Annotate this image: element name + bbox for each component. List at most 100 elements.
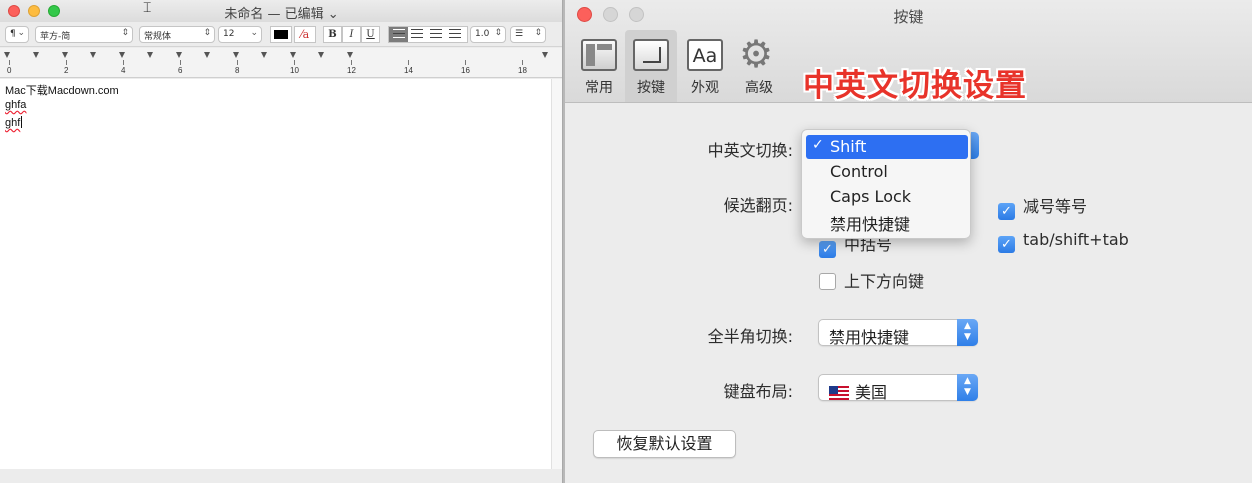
checkbox-arrow-keys[interactable]: 上下方向键 [819, 268, 924, 292]
stepper-icon: ⇕ [494, 28, 502, 38]
preferences-window: 按键 常用 按键 Aa 外观 ⚙ 高级 中英文切换设置 中英文切换: 候选翻页:… [565, 0, 1252, 483]
fullwidth-label: 全半角切换: [707, 327, 793, 346]
tab-keys[interactable]: 按键 [625, 30, 677, 102]
window-title: 按键 [893, 8, 924, 26]
tab-stop[interactable] [233, 52, 239, 58]
checkmark-icon: ✓ [998, 203, 1015, 220]
tab-stop[interactable] [176, 52, 182, 58]
ruler-tick [237, 60, 238, 65]
switch-dropdown-menu: ✓ Shift Control Caps Lock 禁用快捷键 [801, 129, 971, 239]
tab-label: 按键 [637, 80, 665, 96]
tab-stop[interactable] [290, 52, 296, 58]
checkmark-icon: ✓ [998, 236, 1015, 253]
right-margin-marker[interactable] [542, 52, 548, 58]
ruler-tick [123, 60, 124, 65]
ruler-tick [408, 60, 409, 65]
keyboard-layout-popup[interactable]: 美国 ▲ ▼ [818, 374, 978, 402]
ruler-label: 12 [347, 66, 356, 75]
textedit-titlebar[interactable]: 未命名 — 已编辑 ⌄ ⌶ [0, 0, 562, 22]
document-line: ghfa [5, 99, 27, 111]
stepper-icon: ▲ ▼ [957, 374, 978, 401]
italic-button[interactable]: I [342, 26, 361, 43]
format-toolbar: ¶ ⌄ 苹方-简 ⇕ 常规体 ⇕ 12 ⌄ ⁄a B I U 1.0 ⇕ ☰ ⇕ [0, 23, 562, 47]
ruler-label: 18 [518, 66, 527, 75]
tab-general[interactable]: 常用 [573, 30, 625, 102]
ruler-tick [180, 60, 181, 65]
menu-item-caps-lock[interactable]: Caps Lock [802, 185, 970, 209]
align-center-button[interactable] [411, 29, 423, 38]
line-spacing-popup[interactable]: 1.0 ⇕ [470, 26, 506, 43]
text-caret [21, 116, 23, 128]
font-style-popup[interactable]: 常规体 ⇕ [139, 26, 215, 43]
no-highlight-icon: ⁄a [300, 28, 310, 41]
tab-stop[interactable] [204, 52, 210, 58]
vertical-scrollbar[interactable] [551, 79, 562, 469]
ruler-label: 16 [461, 66, 470, 75]
fullwidth-popup[interactable]: 禁用快捷键 ▲ ▼ [818, 319, 978, 347]
ruler-label: 0 [7, 66, 12, 75]
paragraph-style-popup[interactable]: ¶ ⌄ [5, 26, 29, 43]
highlight-color-well[interactable]: ⁄a [294, 26, 316, 43]
checkbox-tab[interactable]: ✓ tab/shift+tab [998, 230, 1129, 253]
tab-stop[interactable] [62, 52, 68, 58]
keyboard-layout-label: 键盘布局: [723, 382, 793, 401]
ruler-label: 6 [178, 66, 183, 75]
tab-appearance[interactable]: Aa 外观 [679, 30, 731, 102]
tab-stop[interactable] [119, 52, 125, 58]
stepper-icon: ▲ ▼ [957, 319, 978, 346]
tab-stop[interactable] [147, 52, 153, 58]
document-text-area[interactable]: Mac下载Macdown.com ghfa ghf [0, 79, 551, 469]
checkmark-icon: ✓ [819, 241, 836, 258]
list-style-popup[interactable]: ☰ ⇕ [510, 26, 546, 43]
chevron-down-icon: ⌄ [250, 28, 258, 38]
text-color-well[interactable] [270, 26, 292, 43]
font-size-field[interactable]: 12 ⌄ [218, 26, 262, 43]
justify-button[interactable] [449, 29, 461, 38]
align-left-icon [393, 29, 405, 38]
ruler-label: 8 [235, 66, 240, 75]
ruler-tick [351, 60, 352, 65]
menu-item-disable[interactable]: 禁用快捷键 [802, 209, 970, 234]
ruler-tick [294, 60, 295, 65]
gear-icon: ⚙ [739, 32, 774, 76]
tab-stop[interactable] [90, 52, 96, 58]
checkmark-icon: ✓ [812, 137, 824, 153]
ruler-tick [465, 60, 466, 65]
stepper-icon: ⇕ [203, 28, 211, 38]
document-line-current: ghf [5, 116, 23, 129]
switch-label: 中英文切换: [707, 141, 793, 160]
tab-advanced[interactable]: ⚙ 高级 [733, 30, 785, 102]
page-turn-label: 候选翻页: [723, 196, 793, 215]
tab-label: 常用 [585, 80, 613, 96]
window-title[interactable]: 未命名 — 已编辑 ⌄ [0, 3, 562, 22]
ruler[interactable]: 0 2 4 6 8 10 12 14 16 18 [0, 48, 562, 78]
menu-item-control[interactable]: Control [802, 160, 970, 184]
checkbox-minus-equal[interactable]: ✓ 减号等号 [998, 193, 1087, 220]
ruler-tick [9, 60, 10, 65]
ruler-label: 4 [121, 66, 126, 75]
stepper-icon: ⇕ [534, 28, 542, 38]
indent-marker[interactable] [4, 52, 10, 58]
restore-defaults-button[interactable]: 恢复默认设置 [593, 430, 736, 458]
tab-stop[interactable] [347, 52, 353, 58]
bold-button[interactable]: B [323, 26, 342, 43]
tab-label: 高级 [745, 80, 773, 96]
underline-button[interactable]: U [361, 26, 380, 43]
align-right-button[interactable] [430, 29, 442, 38]
chevron-down-icon: ⌄ [17, 28, 25, 38]
tab-stop[interactable] [318, 52, 324, 58]
ruler-tick [522, 60, 523, 65]
tab-stop[interactable] [261, 52, 267, 58]
font-family-popup[interactable]: 苹方-简 ⇕ [35, 26, 133, 43]
checkbox-empty [819, 273, 836, 290]
ruler-label: 14 [404, 66, 413, 75]
ruler-label: 10 [290, 66, 299, 75]
color-swatch [274, 30, 288, 39]
i-beam-cursor-icon: ⌶ [143, 0, 152, 16]
keyboard-key-icon [633, 39, 669, 71]
switch-popup-stepper[interactable] [971, 132, 979, 159]
tab-stop[interactable] [33, 52, 39, 58]
us-flag-icon [829, 386, 849, 400]
stepper-icon: ⇕ [121, 28, 129, 38]
menu-item-shift[interactable]: ✓ Shift [806, 135, 968, 159]
